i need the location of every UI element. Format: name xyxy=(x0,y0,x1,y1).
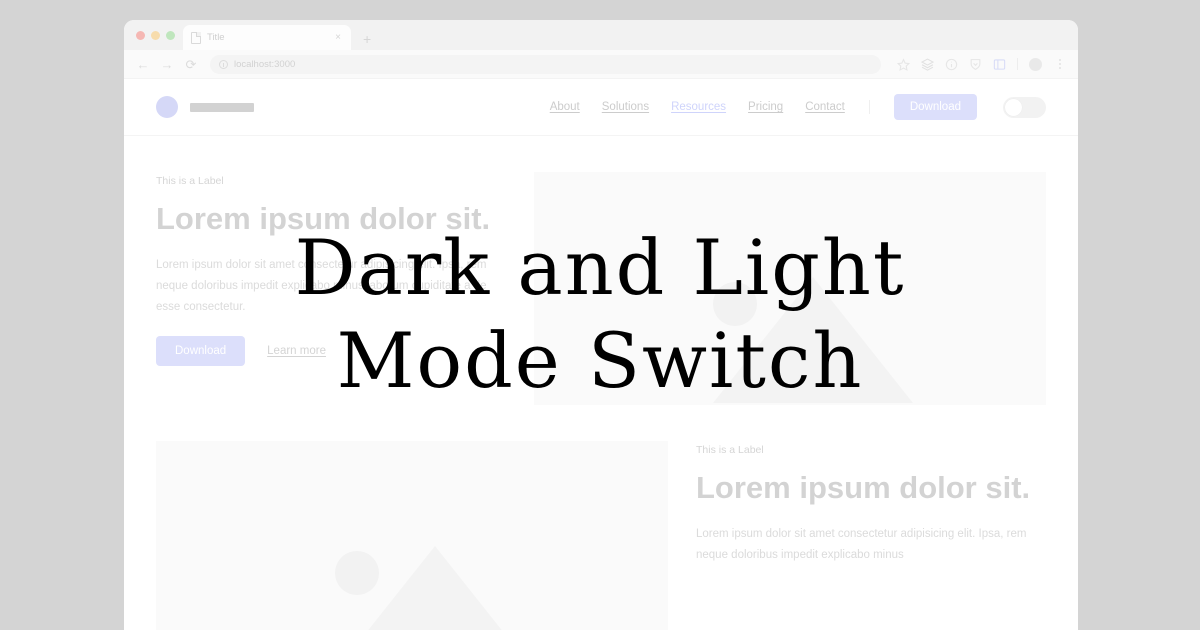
browser-tab-strip: Title × + xyxy=(124,20,1078,50)
close-window-dot[interactable] xyxy=(136,30,145,40)
hero-2-text-column: This is a Label Lorem ipsum dolor sit. L… xyxy=(696,441,1046,584)
url-text: localhost:3000 xyxy=(234,58,296,70)
hero-1-learn-more-link[interactable]: Learn more xyxy=(267,345,326,357)
hero-1-cta-row: Download Learn more xyxy=(156,336,506,367)
nav-link-about[interactable]: About xyxy=(550,101,580,113)
nav-link-contact[interactable]: Contact xyxy=(805,101,845,113)
hero-2-media-column xyxy=(156,441,668,630)
stack-icon[interactable] xyxy=(921,57,934,71)
toggle-knob xyxy=(1005,98,1022,116)
site-logo[interactable] xyxy=(156,96,254,118)
toolbar-divider xyxy=(1017,58,1018,70)
panel-icon[interactable] xyxy=(993,58,1006,71)
page-viewport: About Solutions Resources Pricing Contac… xyxy=(124,79,1078,630)
browser-tab[interactable]: Title × xyxy=(183,25,351,50)
maximize-window-dot[interactable] xyxy=(166,30,175,40)
browser-tab-title: Title xyxy=(207,32,225,43)
hero-2-body: Lorem ipsum dolor sit amet consectetur a… xyxy=(696,527,1027,561)
kebab-menu-icon[interactable] xyxy=(1053,58,1066,71)
site-header: About Solutions Resources Pricing Contac… xyxy=(124,79,1078,136)
hero-1-download-button[interactable]: Download xyxy=(156,336,246,367)
browser-address-bar: ← → ⟳ localhost:3000 xyxy=(124,50,1078,79)
minimize-window-dot[interactable] xyxy=(151,30,160,40)
hero-section-1: This is a Label Lorem ipsum dolor sit. L… xyxy=(124,136,1078,405)
back-arrow-icon[interactable]: ← xyxy=(136,58,150,71)
reload-icon[interactable]: ⟳ xyxy=(184,58,198,71)
shield-icon[interactable] xyxy=(969,58,982,71)
nav-link-solutions[interactable]: Solutions xyxy=(602,101,649,113)
hero-2-eyebrow: This is a Label xyxy=(696,444,764,456)
site-navigation: About Solutions Resources Pricing Contac… xyxy=(550,94,1046,120)
browser-toolbar-icons xyxy=(897,57,1066,71)
dark-light-mode-toggle[interactable] xyxy=(1003,96,1046,118)
new-tab-button[interactable]: + xyxy=(363,32,371,46)
image-placeholder xyxy=(534,172,1046,405)
mountain-triangle-icon xyxy=(713,277,914,403)
hero-1-body: Lorem ipsum dolor sit amet consectetur a… xyxy=(156,258,487,314)
browser-window: Title × + ← → ⟳ localhost:3000 About Sol… xyxy=(124,20,1078,630)
info-icon[interactable] xyxy=(945,58,958,71)
header-download-button[interactable]: Download xyxy=(893,94,977,120)
nav-link-resources[interactable]: Resources xyxy=(671,101,726,113)
url-input[interactable]: localhost:3000 xyxy=(210,54,881,74)
star-icon[interactable] xyxy=(897,57,910,71)
forward-arrow-icon[interactable]: → xyxy=(160,58,174,71)
info-circle-icon[interactable] xyxy=(219,59,228,69)
hero-2-headline: Lorem ipsum dolor sit. xyxy=(696,470,1031,505)
window-traffic-lights xyxy=(134,20,183,50)
image-placeholder xyxy=(156,441,668,630)
mountain-triangle-icon xyxy=(335,546,536,630)
logo-wordmark-placeholder xyxy=(190,102,254,112)
document-icon xyxy=(191,31,201,44)
close-icon[interactable]: × xyxy=(333,32,343,43)
hero-1-eyebrow: This is a Label xyxy=(156,175,224,187)
nav-link-pricing[interactable]: Pricing xyxy=(748,101,783,113)
avatar[interactable] xyxy=(1029,57,1042,71)
hero-1-media-column xyxy=(534,172,1046,405)
logo-mark-icon xyxy=(156,96,178,118)
hero-1-text-column: This is a Label Lorem ipsum dolor sit. L… xyxy=(156,172,506,367)
hero-section-2: This is a Label Lorem ipsum dolor sit. L… xyxy=(124,405,1078,630)
nav-divider xyxy=(868,100,870,114)
hero-1-headline: Lorem ipsum dolor sit. xyxy=(156,201,491,236)
